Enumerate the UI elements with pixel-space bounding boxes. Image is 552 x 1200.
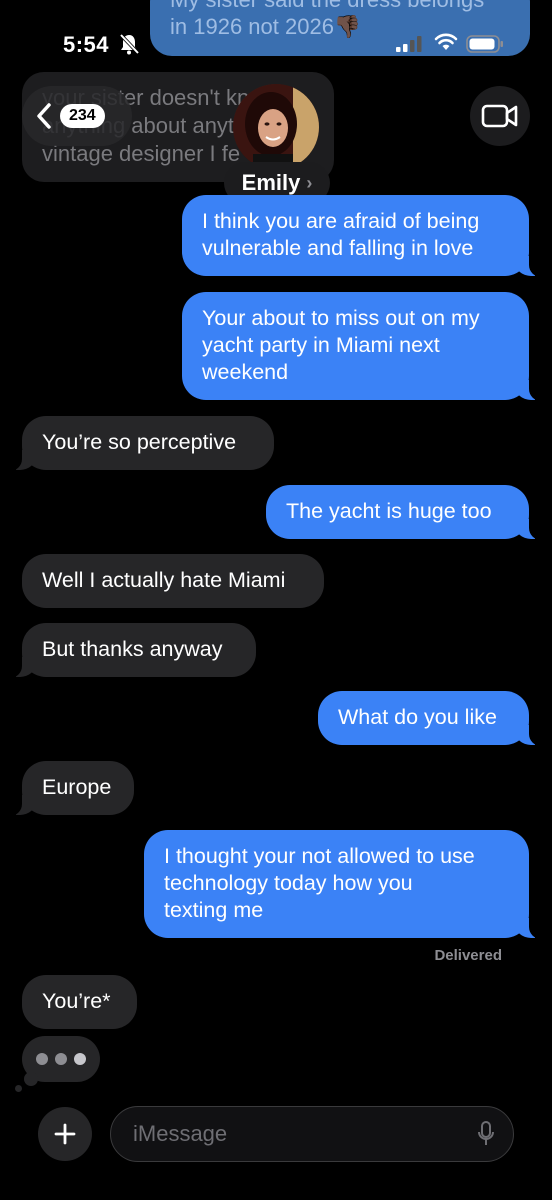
received-message-bubble[interactable]: Europe [4, 761, 134, 816]
received-message-bubble[interactable]: You’re so perceptive [4, 416, 274, 471]
message-input-placeholder: iMessage [133, 1121, 228, 1146]
sent-message-bubble[interactable]: I think you are afraid of being vulnerab… [182, 195, 547, 277]
plus-icon [54, 1123, 76, 1145]
typing-dot [55, 1053, 67, 1065]
typing-indicator-tail [15, 1085, 22, 1092]
microphone-icon[interactable] [477, 1120, 495, 1148]
received-message-bubble[interactable]: You’re* [22, 975, 137, 1029]
video-camera-icon [481, 104, 518, 128]
sent-message-bubble[interactable]: I thought your not allowed to use techno… [144, 830, 547, 939]
chevron-right-icon: › [306, 172, 313, 193]
facetime-video-button[interactable] [470, 86, 530, 146]
silent-mode-icon [119, 33, 140, 55]
battery-icon [466, 35, 503, 53]
message-input[interactable]: iMessage [110, 1106, 514, 1162]
sent-message-bubble[interactable]: The yacht is huge too [266, 485, 547, 540]
status-time: 5:54 [63, 32, 110, 57]
typing-indicator-tail [24, 1072, 38, 1086]
sent-message-bubble[interactable]: What do you like [318, 691, 547, 746]
unread-count-badge: 234 [60, 104, 105, 128]
chevron-left-icon [37, 103, 51, 129]
received-message-bubble[interactable]: But thanks anyway [4, 623, 256, 678]
sent-message-bubble[interactable]: Your about to miss out on my yacht party… [182, 292, 547, 401]
cellular-signal-icon [396, 36, 422, 52]
delivered-status: Delivered [434, 947, 502, 964]
typing-dot [36, 1053, 48, 1065]
received-message-bubble[interactable]: Well I actually hate Miami [22, 554, 324, 608]
contact-name: Emily [241, 170, 301, 195]
wifi-icon [434, 33, 458, 50]
typing-dot [74, 1053, 86, 1065]
contact-avatar[interactable] [233, 84, 319, 170]
contact-photo [233, 84, 319, 170]
back-button[interactable]: 234 [22, 86, 132, 146]
apps-plus-button[interactable] [38, 1107, 92, 1161]
